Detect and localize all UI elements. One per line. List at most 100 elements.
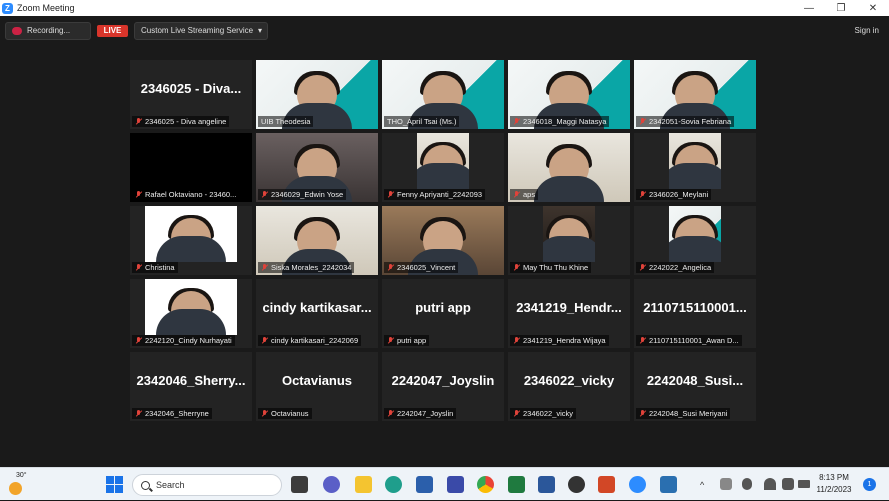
participant-tile[interactable]: Fenny Apriyanti_2242093 <box>382 133 504 202</box>
participant-tile[interactable]: THO_April Tsai (Ms.) <box>382 60 504 129</box>
participant-body <box>534 176 604 202</box>
participant-tile[interactable]: Siska Morales_2242034 <box>256 206 378 275</box>
zoom-taskbar-icon[interactable] <box>629 476 646 493</box>
participant-tile[interactable]: cindy kartikasar... cindy kartikasari_224… <box>256 279 378 348</box>
participant-tile[interactable]: 2346025 - Diva... 2346025 - Diva angeline <box>130 60 252 129</box>
live-badge: LIVE <box>97 24 128 37</box>
task-view-icon[interactable] <box>291 476 308 493</box>
mic-muted-icon <box>513 117 520 126</box>
participant-tile[interactable]: 2342046_Sherry... 2342046_Sherryne <box>130 352 252 421</box>
participant-name: 2346025 - Diva angeline <box>145 117 227 126</box>
participant-tile[interactable]: May Thu Thu Khine <box>508 206 630 275</box>
mic-muted-icon <box>387 336 394 345</box>
sign-in-link[interactable]: Sign in <box>855 26 879 35</box>
notification-badge[interactable]: 1 <box>863 478 876 491</box>
start-button[interactable] <box>106 476 123 493</box>
participant-tile[interactable]: 2242047_Joyslin 2242047_Joyslin <box>382 352 504 421</box>
participant-tile[interactable]: Christina <box>130 206 252 275</box>
participant-tile[interactable]: 2242120_Cindy Nurhayati <box>130 279 252 348</box>
participant-name-label: Christina <box>132 262 178 273</box>
maximize-button[interactable]: ❐ <box>825 0 857 16</box>
close-button[interactable]: ✕ <box>857 0 889 16</box>
participant-tile[interactable]: Octavianus Octavianus <box>256 352 378 421</box>
chrome-icon[interactable] <box>477 476 494 493</box>
mic-muted-icon <box>387 409 394 418</box>
tray-overflow-button[interactable]: ^ <box>700 468 704 501</box>
participant-name-label: 2242022_Angelica <box>636 262 715 273</box>
store-icon[interactable] <box>416 476 433 493</box>
participant-name-label: 2346025_Vincent <box>384 262 459 273</box>
file-explorer-icon[interactable] <box>355 476 372 493</box>
mic-muted-icon <box>135 336 142 345</box>
participant-body <box>417 163 469 189</box>
participant-name-label: 2346026_Meylani <box>636 189 712 200</box>
zoom-logo-icon: Z <box>2 2 13 14</box>
participant-tile[interactable]: 2346029_Edwin Yose <box>256 133 378 202</box>
media-player-icon[interactable] <box>568 476 585 493</box>
minimize-button[interactable]: — <box>793 0 825 16</box>
participant-name-label: 2341219_Hendra Wijaya <box>510 335 609 346</box>
participant-name-label: aps <box>510 189 539 200</box>
participant-tile[interactable]: 2346025_Vincent <box>382 206 504 275</box>
participant-name: cindy kartikasari_2242069 <box>271 336 359 345</box>
participant-display-name: 2242048_Susi... <box>646 372 744 388</box>
chat-icon[interactable] <box>323 476 340 493</box>
mic-muted-icon <box>261 263 268 272</box>
microphone-icon[interactable] <box>742 478 752 490</box>
mic-muted-icon <box>387 263 394 272</box>
participant-name-label: May Thu Thu Khine <box>510 262 592 273</box>
windows-taskbar: 30° Search ^ 8:13 PM 11/2/2023 1 <box>0 467 889 500</box>
taskbar-clock[interactable]: 8:13 PM 11/2/2023 <box>812 472 856 496</box>
pen-app-icon[interactable] <box>447 476 464 493</box>
participant-name: 2242120_Cindy Nurhayati <box>145 336 232 345</box>
participant-name: UIB Theodesia <box>261 117 311 126</box>
mic-muted-icon <box>639 190 646 199</box>
participant-tile[interactable]: 2110715110001... 2110715110001_Awan D... <box>634 279 756 348</box>
clock-time: 8:13 PM <box>819 473 849 482</box>
sync-icon[interactable] <box>720 478 732 490</box>
mic-muted-icon <box>513 190 520 199</box>
recording-indicator[interactable]: Recording... <box>5 21 91 40</box>
participant-tile[interactable]: aps <box>508 133 630 202</box>
participant-name: 2242047_Joyslin <box>397 409 454 418</box>
participant-name: May Thu Thu Khine <box>523 263 589 272</box>
participant-tile[interactable]: putri app putri app <box>382 279 504 348</box>
participant-tile[interactable]: 2342051-Sovia Febriana <box>634 60 756 129</box>
participant-tile[interactable]: 2242048_Susi... 2242048_Susi Meriyani <box>634 352 756 421</box>
participant-display-name: 2242047_Joyslin <box>391 372 495 388</box>
chevron-down-icon: ▾ <box>257 26 262 35</box>
participant-tile[interactable]: 2242022_Angelica <box>634 206 756 275</box>
clock-date: 11/2/2023 <box>816 485 852 494</box>
participant-name: 2346026_Meylani <box>649 190 709 199</box>
participant-tile[interactable]: 2341219_Hendr... 2341219_Hendra Wijaya <box>508 279 630 348</box>
live-stream-service-dropdown[interactable]: Custom Live Streaming Service ▾ <box>134 21 268 40</box>
participant-name: Christina <box>145 263 175 272</box>
image-viewer-icon[interactable] <box>660 476 677 493</box>
volume-icon[interactable] <box>782 478 794 490</box>
battery-icon[interactable] <box>798 480 810 488</box>
participant-tile[interactable]: 2346018_Maggi Natasya <box>508 60 630 129</box>
weather-widget[interactable]: 30° <box>6 472 28 496</box>
edge-browser-icon[interactable] <box>385 476 402 493</box>
participant-tile[interactable]: 2346026_Meylani <box>634 133 756 202</box>
participant-name-label: 2242048_Susi Meriyani <box>636 408 731 419</box>
powerpoint-icon[interactable] <box>598 476 615 493</box>
word-icon[interactable] <box>538 476 555 493</box>
participant-tile[interactable]: Rafael Oktaviano - 23460... <box>130 133 252 202</box>
wifi-icon[interactable] <box>764 478 776 490</box>
taskbar-search[interactable]: Search <box>132 474 282 496</box>
participant-body <box>156 309 226 335</box>
participant-name: 2346029_Edwin Yose <box>271 190 344 199</box>
stream-service-label: Custom Live Streaming Service <box>141 26 254 35</box>
participant-name-label: 2110715110001_Awan D... <box>636 335 742 346</box>
participant-tile[interactable]: 2346022_vicky 2346022_vicky <box>508 352 630 421</box>
participant-display-name: putri app <box>415 299 471 315</box>
participant-name: 2346025_Vincent <box>397 263 456 272</box>
window-title: Zoom Meeting <box>17 3 75 13</box>
participant-tile[interactable]: UIB Theodesia <box>256 60 378 129</box>
participant-name-label: putri app <box>384 335 430 346</box>
participant-display-name: 2342046_Sherry... <box>136 372 246 388</box>
participant-name: 2342046_Sherryne <box>145 409 209 418</box>
excel-icon[interactable] <box>508 476 525 493</box>
participant-body <box>669 163 721 189</box>
